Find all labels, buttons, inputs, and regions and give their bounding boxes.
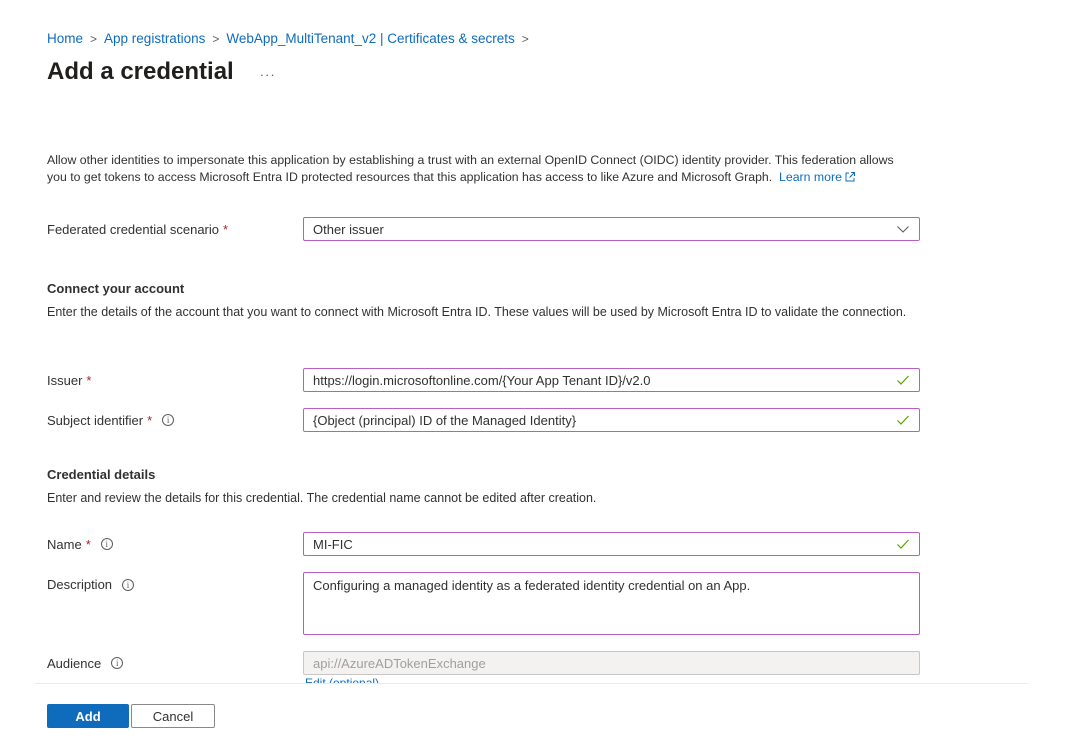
page-title: Add a credential <box>47 58 234 85</box>
issuer-label: Issuer * <box>47 373 303 388</box>
name-input[interactable]: MI-FIC <box>303 532 920 556</box>
issuer-row: Issuer * https://login.microsoftonline.c… <box>47 368 920 392</box>
intro-description: Allow other identities to impersonate th… <box>47 152 907 186</box>
audience-value: api://AzureADTokenExchange <box>313 655 486 671</box>
checkmark-icon <box>897 539 909 549</box>
cancel-button[interactable]: Cancel <box>131 704 215 728</box>
name-row: Name * i MI-FIC <box>47 532 920 556</box>
breadcrumb-home[interactable]: Home <box>47 31 83 46</box>
name-value: MI-FIC <box>313 536 353 552</box>
required-marker: * <box>86 372 92 388</box>
scenario-label: Federated credential scenario * <box>47 222 303 237</box>
scenario-row: Federated credential scenario * Other is… <box>47 217 920 241</box>
breadcrumb: Home > App registrations > WebApp_MultiT… <box>47 31 536 46</box>
intro-text: Allow other identities to impersonate th… <box>47 153 894 184</box>
info-icon[interactable]: i <box>162 414 175 426</box>
details-section-description: Enter and review the details for this cr… <box>47 491 597 505</box>
more-options-icon[interactable]: ··· <box>260 67 276 82</box>
description-textarea[interactable]: Configuring a managed identity as a fede… <box>303 572 920 635</box>
breadcrumb-separator: > <box>212 31 220 46</box>
subject-label-text: Subject identifier <box>47 412 144 428</box>
checkmark-icon <box>897 375 909 385</box>
chevron-down-icon <box>897 226 909 233</box>
info-icon[interactable]: i <box>111 657 124 669</box>
title-row: Add a credential ··· <box>47 58 276 86</box>
audience-input: api://AzureADTokenExchange <box>303 651 920 675</box>
connect-section-heading: Connect your account <box>47 281 185 296</box>
breadcrumb-separator: > <box>521 31 529 46</box>
scenario-dropdown[interactable]: Other issuer <box>303 217 920 241</box>
name-label-text: Name <box>47 536 82 552</box>
issuer-input[interactable]: https://login.microsoftonline.com/{Your … <box>303 368 920 392</box>
subject-row: Subject identifier * i {Object (principa… <box>47 408 920 432</box>
subject-identifier-input[interactable]: {Object (principal) ID of the Managed Id… <box>303 408 920 432</box>
learn-more-link[interactable]: Learn more <box>779 170 856 184</box>
required-marker: * <box>223 221 229 237</box>
description-value: Configuring a managed identity as a fede… <box>313 578 751 593</box>
external-link-icon <box>845 172 855 182</box>
description-label: Description i <box>47 572 303 592</box>
audience-row: Audience i api://AzureADTokenExchange <box>47 651 920 675</box>
connect-section-description: Enter the details of the account that yo… <box>47 305 907 319</box>
required-marker: * <box>147 412 153 428</box>
audience-label: Audience i <box>47 656 303 671</box>
details-section-heading: Credential details <box>47 467 156 482</box>
learn-more-label: Learn more <box>779 170 842 184</box>
subject-value: {Object (principal) ID of the Managed Id… <box>313 412 577 428</box>
description-label-text: Description <box>47 577 113 592</box>
add-button[interactable]: Add <box>47 704 129 728</box>
name-label: Name * i <box>47 537 303 552</box>
issuer-value: https://login.microsoftonline.com/{Your … <box>313 372 651 388</box>
breadcrumb-certificates-secrets[interactable]: WebApp_MultiTenant_v2 | Certificates & s… <box>226 31 514 46</box>
edit-audience-link[interactable]: Edit (optional) <box>305 675 379 683</box>
info-icon[interactable]: i <box>100 538 113 550</box>
breadcrumb-app-registrations[interactable]: App registrations <box>104 31 205 46</box>
required-marker: * <box>85 536 91 552</box>
footer-divider <box>34 683 1028 684</box>
breadcrumb-separator: > <box>90 31 98 46</box>
description-row: Description i Configuring a managed iden… <box>47 572 920 635</box>
info-icon[interactable]: i <box>122 578 135 591</box>
audience-label-text: Audience <box>47 655 102 671</box>
scenario-label-text: Federated credential scenario <box>47 221 219 237</box>
subject-label: Subject identifier * i <box>47 413 303 428</box>
scenario-selected-value: Other issuer <box>313 221 384 237</box>
issuer-label-text: Issuer <box>47 372 83 388</box>
checkmark-icon <box>897 415 909 425</box>
